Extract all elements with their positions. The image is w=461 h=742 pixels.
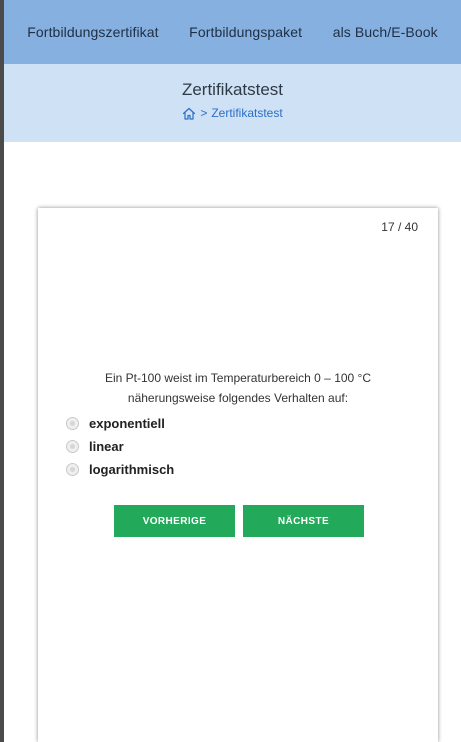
option-label: logarithmisch [89,462,175,477]
question-line-1: Ein Pt-100 weist im Temperaturbereich 0 … [104,371,372,385]
page-banner: Zertifikatstest > Zertifikatstest [4,64,461,142]
option-logarithmisch[interactable]: logarithmisch [66,458,174,481]
question-line-2: näherungsweise folgendes Verhalten auf: [127,391,349,405]
breadcrumb-separator: > [200,106,208,120]
nav-link-buch-ebook[interactable]: als Buch/E-Book [333,24,438,40]
breadcrumb: > Zertifikatstest [4,106,461,120]
radio-icon[interactable] [66,440,79,453]
nav-link-fortbildungszertifikat[interactable]: Fortbildungszertifikat [27,24,158,40]
next-button[interactable]: NÄCHSTE [243,505,364,537]
question-text: Ein Pt-100 weist im Temperaturbereich 0 … [38,368,438,408]
top-navigation: Fortbildungszertifikat Fortbildungspaket… [4,0,461,64]
page-title: Zertifikatstest [181,80,284,99]
quiz-card: 17 / 40 Ein Pt-100 weist im Temperaturbe… [38,208,438,742]
option-label: linear [89,439,124,454]
radio-icon[interactable] [66,417,79,430]
option-exponentiell[interactable]: exponentiell [66,412,174,435]
nav-link-fortbildungspaket[interactable]: Fortbildungspaket [189,24,302,40]
page: Fortbildungszertifikat Fortbildungspaket… [0,0,461,742]
breadcrumb-current[interactable]: Zertifikatstest [211,106,282,120]
option-label: exponentiell [89,416,165,431]
option-linear[interactable]: linear [66,435,174,458]
home-icon[interactable] [182,107,196,120]
question-counter: 17 / 40 [381,220,418,234]
previous-button[interactable]: VORHERIGE [114,505,235,537]
radio-icon[interactable] [66,463,79,476]
answer-options: exponentiell linear logarithmisch [66,412,174,481]
